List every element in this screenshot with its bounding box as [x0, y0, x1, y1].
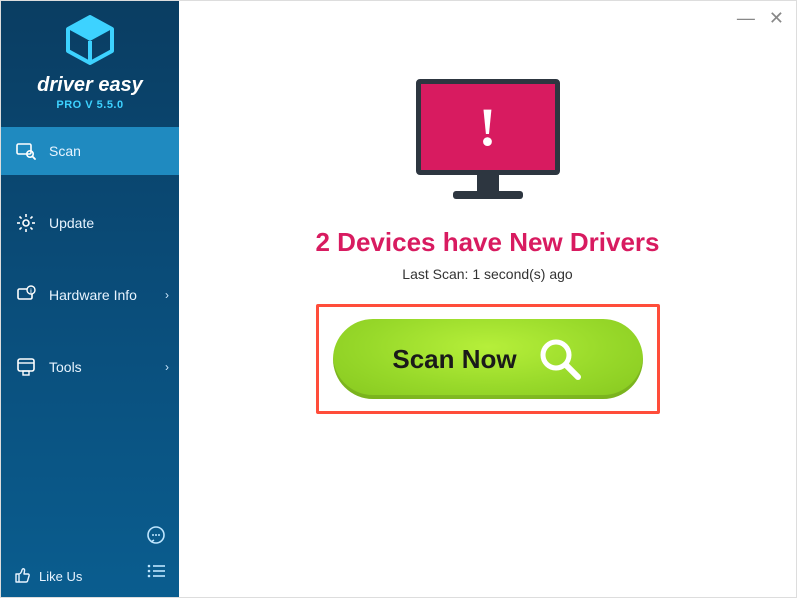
scan-now-label: Scan Now	[392, 344, 516, 375]
like-us-button[interactable]: Like Us	[13, 566, 82, 587]
chevron-right-icon: ›	[165, 288, 169, 302]
scan-now-button[interactable]: Scan Now	[333, 319, 643, 399]
chevron-right-icon: ›	[165, 360, 169, 374]
brand-name: driver easy	[1, 74, 179, 97]
scan-icon	[15, 141, 37, 161]
like-us-label: Like Us	[39, 569, 82, 584]
nav-label-tools: Tools	[49, 359, 82, 375]
logo-area: driver easy PRO V 5.5.0	[1, 1, 179, 117]
scan-highlight-frame: Scan Now	[316, 304, 660, 414]
thumbs-up-icon	[13, 566, 31, 587]
window-controls: — ✕	[737, 9, 784, 27]
close-button[interactable]: ✕	[769, 9, 784, 27]
app-logo-icon	[63, 15, 117, 70]
nav-label-scan: Scan	[49, 143, 81, 159]
main-panel: — ✕ ! 2 Devices have New Drivers Last Sc…	[179, 1, 796, 597]
gear-icon	[15, 213, 37, 233]
status-headline: 2 Devices have New Drivers	[316, 227, 660, 258]
nav-label-update: Update	[49, 215, 94, 231]
nav: Scan Update i Hardware Info › Tools	[1, 127, 179, 391]
version-label: PRO V 5.5.0	[1, 99, 179, 111]
nav-label-hardware: Hardware Info	[49, 287, 137, 303]
minimize-button[interactable]: —	[737, 9, 755, 27]
exclamation-icon: !	[479, 96, 497, 158]
nav-item-tools[interactable]: Tools ›	[1, 343, 179, 391]
sidebar: driver easy PRO V 5.5.0 Scan Update i	[1, 1, 179, 597]
last-scan-label: Last Scan: 1 second(s) ago	[402, 266, 572, 282]
magnifier-icon	[537, 336, 583, 382]
feedback-icon[interactable]	[145, 525, 167, 552]
hardware-info-icon: i	[15, 285, 37, 305]
nav-item-hardware[interactable]: i Hardware Info ›	[1, 271, 179, 319]
alert-monitor-icon: !	[416, 79, 560, 209]
tools-icon	[15, 357, 37, 377]
nav-item-scan[interactable]: Scan	[1, 127, 179, 175]
nav-item-update[interactable]: Update	[1, 199, 179, 247]
